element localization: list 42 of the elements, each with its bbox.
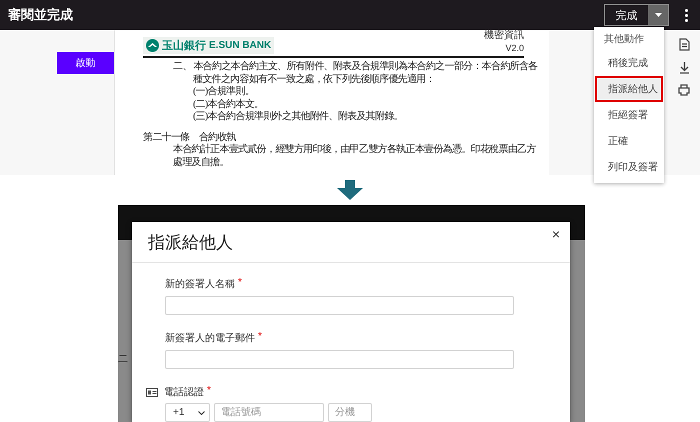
document-line: 本合約計正本壹式貳份，經雙方用印後，由甲乙雙方各執正本壹份為憑。印花稅票由乙方 xyxy=(172,144,537,156)
required-mark: * xyxy=(207,385,211,398)
print-icon[interactable] xyxy=(678,84,690,96)
more-icon xyxy=(685,8,688,22)
start-button[interactable]: 啟動 xyxy=(57,52,114,74)
menu-item[interactable]: 列印及簽署 xyxy=(595,154,663,180)
phone-number-field[interactable]: 電話號碼 xyxy=(214,403,324,422)
input-field[interactable] xyxy=(165,296,514,315)
document-text-fragment: 二 xyxy=(118,353,129,366)
bank-logo: 玉山銀行 E.SUN BANK xyxy=(143,37,274,54)
field-label: 新簽署人的電子郵件 xyxy=(165,332,255,345)
field-label: 新的簽署人名稱 xyxy=(165,278,235,291)
document-line: 二、 本合約之本合約主文、所有附件、附表及合規準則為本合約之一部分：本合約所含各 xyxy=(172,61,539,74)
close-button[interactable]: × xyxy=(550,226,562,242)
extension-field[interactable]: 分機 xyxy=(328,403,372,422)
input-field[interactable] xyxy=(165,350,514,369)
document-line: 處理及自擔。 xyxy=(172,156,230,169)
id-card-icon xyxy=(146,388,158,396)
chevron-icon xyxy=(198,410,205,414)
document-line: 第二十一條 合約收執 xyxy=(143,132,238,144)
menu-item[interactable]: 指派給他人 xyxy=(595,76,663,102)
dropdown-toggle[interactable] xyxy=(648,5,668,25)
document-line: (二)本合約本文。 xyxy=(192,98,264,110)
down-arrow-icon xyxy=(337,180,363,200)
mountain-logo-icon xyxy=(146,39,159,52)
country-code-select[interactable]: +1 xyxy=(165,403,210,422)
caret-icon xyxy=(654,13,662,17)
document-line: (三)本合約合規準則外之其他附件、附表及其附錄。 xyxy=(192,111,404,124)
page-title: 審閱並完成 xyxy=(8,6,74,24)
required-mark: * xyxy=(258,331,262,344)
required-mark: * xyxy=(238,277,242,290)
menu-header: 其他動作 xyxy=(603,32,645,47)
download-icon[interactable] xyxy=(679,61,690,74)
dialog-title: 指派給他人 xyxy=(148,232,233,254)
document-line: 種文件之內容如有不一致之處，依下列先後順序優先適用： xyxy=(192,74,436,86)
menu-item[interactable]: 拒絕簽署 xyxy=(595,102,663,128)
field-label: 電話認證 xyxy=(164,386,204,399)
document-line: (一)合規準則。 xyxy=(192,86,256,98)
version-label: V2.0 xyxy=(505,42,524,54)
menu-item[interactable]: 稍後完成 xyxy=(595,50,663,76)
document-icon[interactable] xyxy=(679,38,690,51)
menu-item[interactable]: 正確 xyxy=(595,128,663,154)
